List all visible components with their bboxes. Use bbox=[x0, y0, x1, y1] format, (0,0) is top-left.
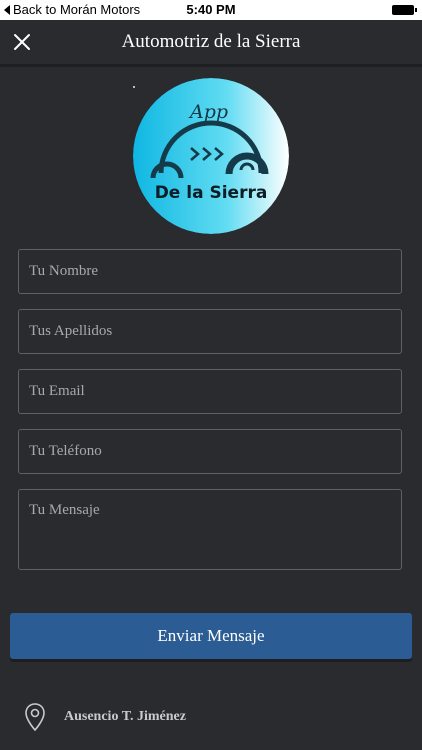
surname-input[interactable] bbox=[18, 309, 402, 354]
phone-input[interactable] bbox=[18, 429, 402, 474]
logo-brand-text: De la Sierra bbox=[155, 183, 268, 203]
decorative-dot bbox=[133, 86, 135, 88]
status-bar: Back to Morán Motors 5:40 PM bbox=[0, 0, 422, 20]
address-row: Ausencio T. Jiménez bbox=[24, 702, 186, 732]
email-input[interactable] bbox=[18, 369, 402, 414]
battery-icon bbox=[392, 5, 417, 15]
page-title: Automotriz de la Sierra bbox=[121, 31, 301, 52]
app-logo: App De la Sierra bbox=[133, 78, 289, 234]
name-input[interactable] bbox=[18, 249, 402, 294]
message-textarea[interactable] bbox=[18, 489, 402, 570]
send-message-button[interactable]: Enviar Mensaje bbox=[10, 613, 412, 659]
status-time: 5:40 PM bbox=[186, 2, 236, 17]
logo-app-text: App bbox=[188, 101, 228, 123]
location-pin-icon bbox=[25, 703, 45, 732]
nav-bar: Automotriz de la Sierra bbox=[0, 20, 422, 67]
address-text: Ausencio T. Jiménez bbox=[64, 709, 186, 724]
